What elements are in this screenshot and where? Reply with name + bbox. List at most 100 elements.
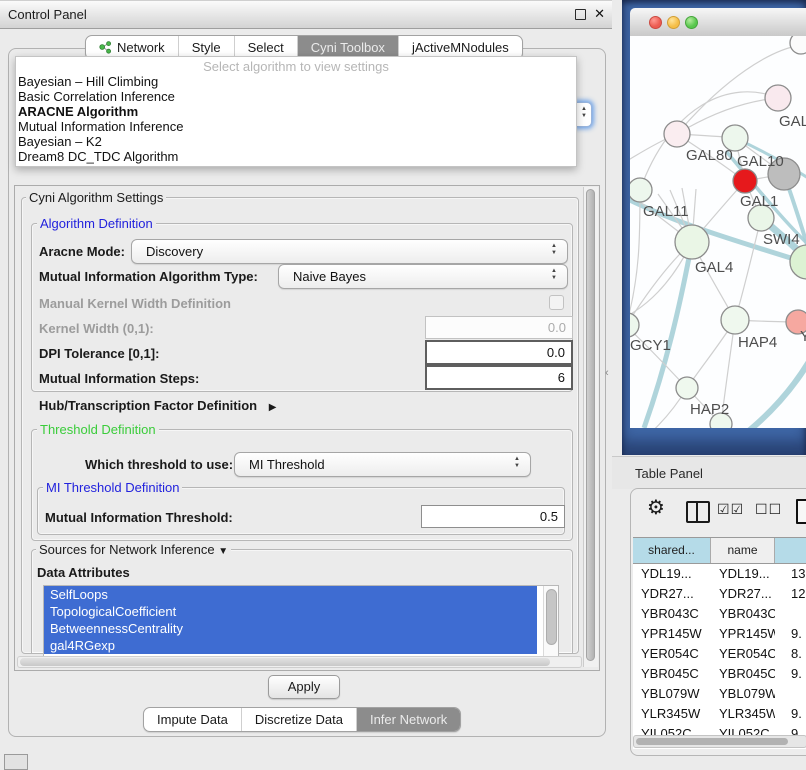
network-edge[interactable] — [630, 190, 640, 326]
table-horizontal-scrollbar[interactable] — [633, 735, 806, 748]
network-node-gal11[interactable] — [630, 178, 652, 202]
network-node-big-right[interactable] — [790, 245, 806, 279]
data-attributes-list[interactable]: SelfLoopsTopologicalCoefficientBetweenne… — [43, 585, 559, 657]
split-columns-icon[interactable] — [686, 501, 710, 523]
minimize-traffic-light[interactable] — [667, 16, 680, 29]
control-panel-title: Control Panel — [8, 7, 87, 22]
algorithm-combo-edge[interactable]: ▲▼ — [577, 102, 592, 127]
dropdown-item-bayesian-hill-climbing[interactable]: Bayesian – Hill Climbing — [16, 74, 576, 89]
apply-button[interactable]: Apply — [268, 675, 340, 699]
network-edge[interactable] — [735, 218, 761, 320]
network-view-window[interactable]: GAL7GAL80GAL10GAL1GAL11SWI4GAL4GCY1HAP4Y… — [622, 0, 806, 455]
gear-icon[interactable]: ⚙ — [647, 495, 665, 520]
table-row[interactable]: YER054CYER054C8. — [633, 644, 806, 664]
node-label-gal1: GAL1 — [740, 193, 778, 210]
aracne-mode-select[interactable]: Discovery ▲▼ — [131, 239, 568, 264]
network-window-titlebar[interactable] — [630, 8, 806, 37]
table-row[interactable]: YBR045CYBR045C9. — [633, 664, 806, 684]
table-cell: YBL079W — [633, 684, 711, 704]
sources-title-wrap[interactable]: Sources for Network Inference ▼ — [36, 542, 231, 557]
column-header-name[interactable]: name — [711, 538, 775, 563]
close-traffic-light[interactable] — [649, 16, 662, 29]
network-node-hap4[interactable] — [721, 306, 749, 334]
mi-steps-label: Mutual Information Steps: — [39, 371, 199, 386]
hub-section-label[interactable]: Hub/Transcription Factor Definition ▶ — [39, 398, 276, 413]
spinner-icon: ▲▼ — [550, 243, 558, 257]
mi-algorithm-type-value: Naive Bayes — [293, 269, 366, 284]
scrollbar-thumb[interactable] — [20, 658, 550, 666]
mi-threshold-field[interactable]: 0.5 — [421, 505, 565, 528]
dpi-tolerance-field[interactable]: 0.0 — [425, 340, 573, 365]
mi-algorithm-type-select[interactable]: Naive Bayes ▲▼ — [278, 264, 568, 289]
network-node-gcy1[interactable] — [630, 313, 639, 337]
tab-infer-network[interactable]: Infer Network — [356, 708, 460, 731]
table-cell: YBR043C — [633, 604, 711, 624]
settings-vertical-scrollbar[interactable] — [583, 187, 598, 667]
column-header-cut[interactable] — [775, 538, 806, 563]
table-row[interactable]: YDL19...YDL19...13 — [633, 564, 806, 584]
tab-discretize-data[interactable]: Discretize Data — [241, 708, 356, 731]
node-label-hap2: HAP2 — [690, 401, 729, 418]
split-columns-bar — [696, 503, 698, 521]
algorithm-dropdown-placeholder: Select algorithm to view settings — [16, 59, 576, 74]
dropdown-item-dream8-dc-tdc-algorithm[interactable]: Dream8 DC_TDC Algorithm — [16, 149, 576, 164]
page-icon[interactable] — [796, 499, 806, 524]
which-threshold-select[interactable]: MI Threshold ▲▼ — [234, 452, 531, 477]
cyni-settings-pane: Cyni Algorithm Settings Algorithm Defini… — [14, 185, 600, 671]
mi-steps-field[interactable]: 6 — [425, 365, 573, 390]
algorithm-dropdown-popup: Select algorithm to view settings Bayesi… — [15, 56, 577, 167]
docked-panel-icon[interactable] — [4, 754, 28, 770]
attribute-selfloops[interactable]: SelfLoops — [44, 586, 537, 603]
select-all-icon[interactable]: ☑☑ — [717, 501, 744, 518]
dropdown-item-basic-correlation-inference[interactable]: Basic Correlation Inference — [16, 89, 576, 104]
network-node-gal1[interactable] — [733, 169, 757, 193]
table-row[interactable]: YDR27...YDR27...12 — [633, 584, 806, 604]
manual-kernel-width-label: Manual Kernel Width Definition — [39, 296, 231, 311]
table-row[interactable]: YPR145WYPR145W9. — [633, 624, 806, 644]
control-panel-bottom-tabs: Impute DataDiscretize DataInfer Network — [143, 707, 461, 732]
attribute-betweennesscentrality[interactable]: BetweennessCentrality — [44, 620, 537, 637]
manual-kernel-width-checkbox[interactable] — [549, 295, 564, 310]
table-row[interactable]: YBL079WYBL079W — [633, 684, 806, 704]
table-row[interactable]: YLR345WYLR345W9. — [633, 704, 806, 724]
tab-impute-data[interactable]: Impute Data — [144, 708, 241, 731]
table-rows: YDL19...YDL19...13YDR27...YDR27...12YBR0… — [633, 564, 806, 744]
node-label-gal10: GAL10 — [737, 153, 784, 170]
select-none-icon[interactable]: ☐☐ — [755, 501, 782, 518]
network-node-gal80[interactable] — [664, 121, 690, 147]
node-label-hap4: HAP4 — [738, 334, 777, 351]
scrollbar-thumb[interactable] — [586, 189, 595, 661]
node-label-gal7: GAL7 — [779, 113, 806, 130]
splitter-collapse-arrow[interactable]: ‹ — [605, 367, 609, 379]
attribute-list-scrollbar[interactable] — [543, 586, 558, 656]
network-canvas-svg: GAL7GAL80GAL10GAL1GAL11SWI4GAL4GCY1HAP4Y… — [630, 36, 806, 428]
network-node-gal7[interactable] — [765, 85, 791, 111]
attribute-topologicalcoefficient[interactable]: TopologicalCoefficient — [44, 603, 537, 620]
table-row[interactable]: YBR043CYBR043C — [633, 604, 806, 624]
mi-threshold-definition-title: MI Threshold Definition — [43, 480, 182, 495]
table-cell: YBR043C — [711, 604, 775, 624]
dropdown-item-aracne-algorithm[interactable]: ARACNE Algorithm — [16, 104, 576, 119]
hub-section-text: Hub/Transcription Factor Definition — [39, 398, 257, 413]
float-window-icon[interactable] — [575, 9, 586, 20]
network-node-partial-top[interactable] — [790, 36, 806, 54]
dropdown-item-mutual-information-inference[interactable]: Mutual Information Inference — [16, 119, 576, 134]
network-edge[interactable] — [640, 92, 778, 190]
scrollbar-thumb[interactable] — [636, 738, 788, 745]
zoom-traffic-light[interactable] — [685, 16, 698, 29]
dropdown-item-bayesian-k2[interactable]: Bayesian – K2 — [16, 134, 576, 149]
scrollbar-thumb[interactable] — [546, 589, 557, 645]
tab-label: Select — [248, 40, 284, 55]
expanded-arrow-icon[interactable]: ▼ — [218, 546, 228, 557]
spinner-icon: ▲▼ — [580, 106, 588, 120]
column-header-shared-[interactable]: shared... — [633, 538, 711, 563]
settings-horizontal-scrollbar[interactable] — [17, 656, 582, 668]
kernel-width-field[interactable]: 0.0 — [425, 316, 573, 339]
collapsed-arrow-icon[interactable]: ▶ — [269, 402, 277, 413]
close-icon[interactable]: ✕ — [594, 6, 605, 22]
network-edge[interactable] — [644, 242, 692, 428]
network-node-gal4[interactable] — [675, 225, 709, 259]
network-node-hap2[interactable] — [676, 377, 698, 399]
attribute-gal4rgexp[interactable]: gal4RGexp — [44, 637, 537, 654]
network-canvas[interactable]: GAL7GAL80GAL10GAL1GAL11SWI4GAL4GCY1HAP4Y… — [630, 36, 806, 428]
